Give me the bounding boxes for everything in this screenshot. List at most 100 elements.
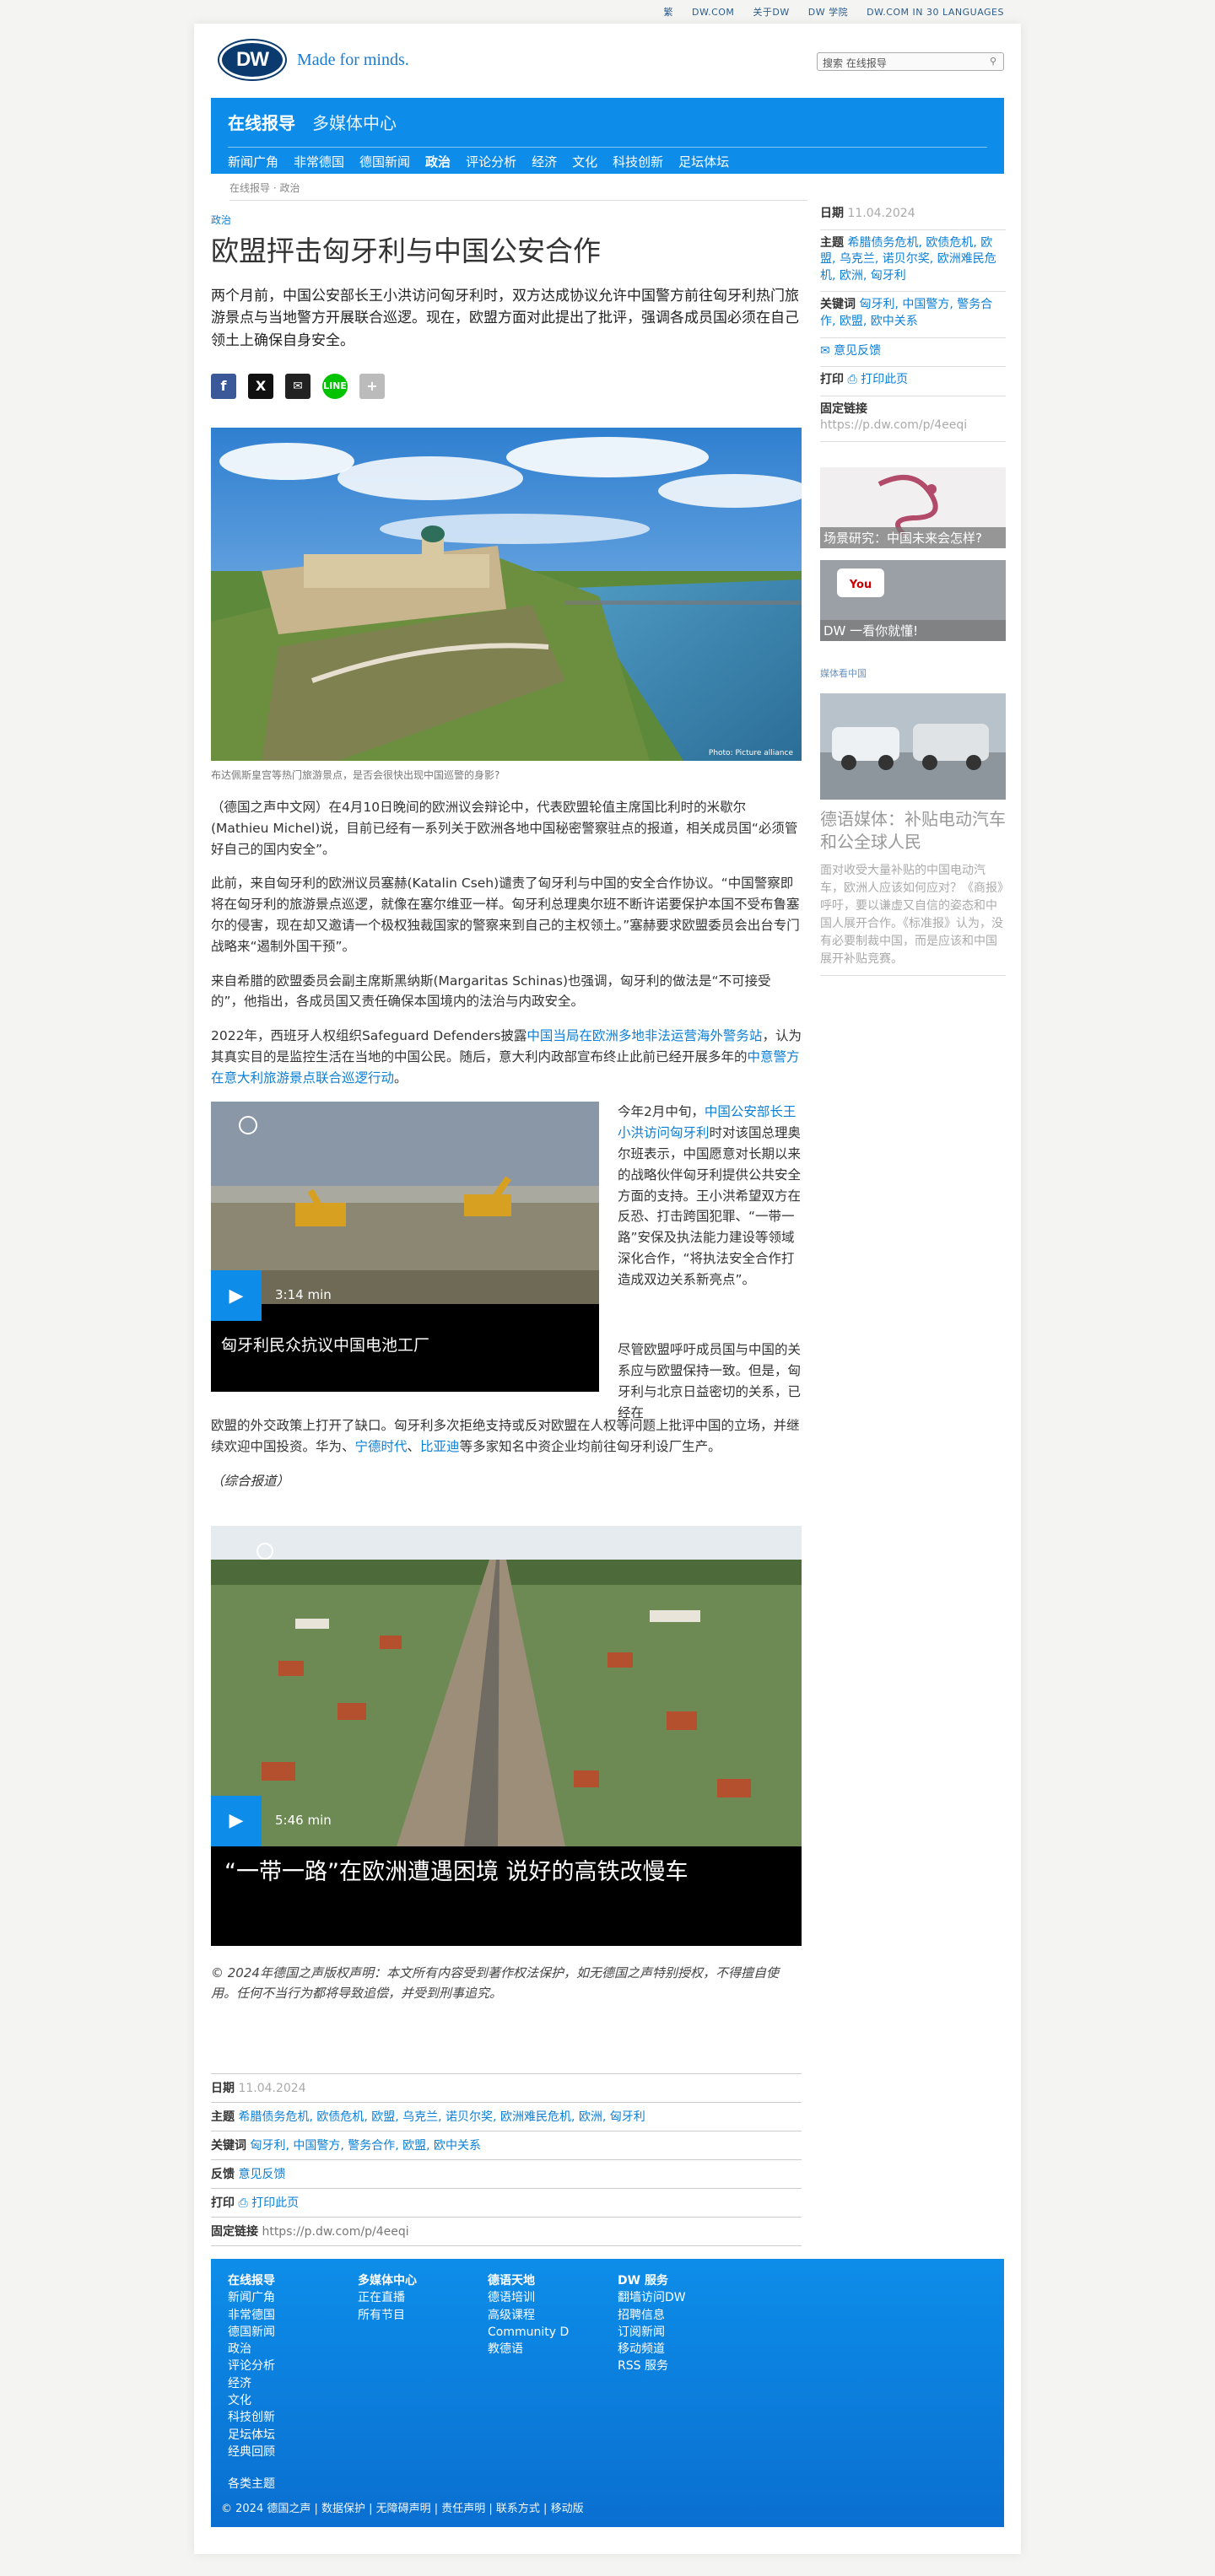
play-icon[interactable]: ▶ <box>211 1270 262 1322</box>
nav-item-science[interactable]: 科技创新 <box>613 153 663 170</box>
nav-online-reports[interactable]: 在线报导 <box>228 110 295 134</box>
video-duration: 3:14 min <box>275 1287 332 1303</box>
footer-col-services: DW 服务 翻墙访问DW 招聘信息 订阅新闻 移动频道 RSS 服务 <box>618 2274 686 2374</box>
footer-col-online: 在线报导 新闻广角 非常德国 德国新闻 政治 评论分析 经济 文化 科技创新 足坛体坛经… <box>228 2274 275 2459</box>
nav-item-culture[interactable]: 文化 <box>572 153 597 170</box>
hero-caption: 布达佩斯皇宫等热门旅游景点，是否会很快出现中国巡警的身影? <box>211 768 500 781</box>
nav-item-news[interactable]: 新闻广角 <box>228 153 278 170</box>
share-bar: f X ✉ LINE + <box>211 373 802 399</box>
article-kicker[interactable]: 政治 <box>211 213 802 227</box>
line-icon[interactable]: LINE <box>322 373 348 399</box>
facebook-icon[interactable]: f <box>211 373 236 399</box>
meta-print: 打印 ⎙ 打印此页 <box>211 2189 802 2218</box>
paragraph-6-start: 尽管欧盟呼吁成员国与中国的关系应与欧盟保持一致。但是，匈牙利与北京日益密切的关系… <box>618 1342 802 1420</box>
meta-topics: 主题 希腊债务危机, 欧债危机, 欧盟, 乌克兰, 诺贝尔奖, 欧洲难民危机, … <box>211 2103 802 2131</box>
sidebar: 日期 11.04.2024 主题 希腊债务危机, 欧债危机, 欧盟, 乌克兰, … <box>820 201 1006 976</box>
site-footer: 在线报导 新闻广角 非常德国 德国新闻 政治 评论分析 经济 文化 科技创新 足坛体坛经… <box>211 2259 1004 2527</box>
search-icon[interactable]: ⚲ <box>990 56 996 67</box>
x-twitter-icon[interactable]: X <box>248 373 273 399</box>
breadcrumb[interactable]: 在线报导 · 政治 <box>230 181 807 201</box>
source-note: （综合报道） <box>211 1474 290 1490</box>
sidebar-feedback: ✉ 意见反馈 <box>820 338 1006 368</box>
footer-legal-links[interactable]: © 2024 德国之声 | 数据保护 | 无障碍声明 | 责任声明 | 联系方式… <box>221 2499 584 2515</box>
email-icon[interactable]: ✉ <box>285 373 310 399</box>
dw-languages-link[interactable]: DW.COM IN 30 LANGUAGES <box>867 7 1004 18</box>
meta-feedback-link[interactable]: 意见反馈 <box>238 2168 285 2181</box>
hero-image: Photo: Picture alliance <box>211 427 802 761</box>
svg-text:You: You <box>849 579 872 591</box>
paragraph-4-text: 2022年，西班牙人权组织Safeguard Defenders披露 <box>211 1028 527 1044</box>
sub-navigation: 新闻广角 非常德国 德国新闻 政治 评论分析 经济 文化 科技创新 足坛体坛 <box>228 147 987 170</box>
lang-traditional-link[interactable]: 繁 <box>664 5 674 19</box>
video-title[interactable]: “一带一路”在欧洲遭遇困境 说好的高铁改慢车 <box>224 1858 748 1887</box>
link-byd[interactable]: 比亚迪 <box>420 1439 460 1454</box>
sidebar-permalink: 固定链接 https://p.dw.com/p/4eeqi <box>820 396 1006 442</box>
top-language-bar: 繁 DW.COM 关于DW DW 学院 DW.COM IN 30 LANGUAG… <box>0 0 1215 24</box>
feedback-link[interactable]: ✉ 意见反馈 <box>820 344 881 358</box>
article-main: 政治 欧盟抨击匈牙利与中国公安合作 两个月前，中国公安部长王小洪访问匈牙利时，双… <box>211 213 802 2017</box>
play-icon[interactable]: ▶ <box>211 1795 262 1846</box>
nav-item-politics[interactable]: 政治 <box>425 153 451 170</box>
paragraph-1: （德国之声中文网）在4月10日晚间的欧洲议会辩论中，代表欧盟轮值主席国比利时的米… <box>211 799 798 857</box>
meta-topic-links[interactable]: 希腊债务危机, 欧债危机, 欧盟, 乌克兰, 诺贝尔奖, 欧洲难民危机, 欧洲,… <box>238 2110 645 2124</box>
video-thumbnail-railway <box>211 1525 802 1846</box>
photo-credit: Photo: Picture alliance <box>709 749 794 757</box>
sidebar-article-teaser: 面对收受大量补贴的中国电动汽车，欧洲人应该如何应对？《商报》呼吁，要以谦虚又自信… <box>820 862 1006 976</box>
meta-date: 日期 11.04.2024 <box>211 2073 802 2103</box>
sidebar-topic-links[interactable]: 希腊债务危机, 欧债危机, 欧盟, 乌克兰, 诺贝尔奖, 欧洲难民危机, 欧洲,… <box>820 236 996 283</box>
meta-feedback: 反馈 意见反馈 <box>211 2160 802 2189</box>
article-meta: 日期 11.04.2024 主题 希腊债务危机, 欧债危机, 欧盟, 乌克兰, … <box>211 2073 802 2246</box>
nav-item-economy[interactable]: 经济 <box>532 153 557 170</box>
article-lead: 两个月前，中国公安部长王小洪访问匈牙利时，双方达成协议允许中国警方前往匈牙利热门… <box>211 287 799 349</box>
sidebar-card-china-future[interactable]: 场景研究：中国未来会怎样? <box>820 466 1006 548</box>
video-player-belt-road[interactable]: ▶ 5:46 min “一带一路”在欧洲遭遇困境 说好的高铁改慢车 <box>211 1525 802 1946</box>
footer-topics-link[interactable]: 各类主题 <box>228 2475 275 2492</box>
page-container: DW Made for minds. 搜索 在线报导 ⚲ 在线报导 多媒体中心 … <box>194 24 1021 2554</box>
nav-item-germany[interactable]: 非常德国 <box>294 153 344 170</box>
search-placeholder: 搜索 在线报导 <box>823 57 887 69</box>
copyright-notice: © 2024年德国之声版权声明：本文所有内容受到著作权法保护，如无德国之声特别授… <box>211 1964 779 2001</box>
sidebar-print: 打印 ⎙ 打印此页 <box>820 367 1006 396</box>
sidebar-keywords: 关键词 匈牙利, 中国警方, 警务合作, 欧盟, 欧中关系 <box>820 292 1006 338</box>
more-share-icon[interactable]: + <box>359 373 385 399</box>
link-catl[interactable]: 宁德时代 <box>355 1439 408 1454</box>
video-title[interactable]: 匈牙利民众抗议中国电池工厂 <box>221 1333 429 1355</box>
paragraph-2: 此前，来自匈牙利的欧洲议员塞赫(Katalin Cseh)谴责了匈牙利与中国的安… <box>211 876 800 954</box>
card-title: DW 一看你就懂! <box>820 619 1006 641</box>
sidebar-topics: 主题 希腊债务危机, 欧债危机, 欧盟, 乌克兰, 诺贝尔奖, 欧洲难民危机, … <box>820 230 1006 293</box>
hero-photo-buda-castle: Photo: Picture alliance <box>211 427 802 761</box>
section-label: 媒体看中国 <box>820 667 867 679</box>
video-float-block: ▶ 3:14 min 匈牙利民众抗议中国电池工厂 今年2月中旬，中国公安部长王小… <box>211 1102 802 1427</box>
meta-print-link[interactable]: ⎙ 打印此页 <box>238 2196 299 2210</box>
paragraph-4: 2022年，西班牙人权组织Safeguard Defenders披露中国当局在欧… <box>211 1028 802 1086</box>
nav-media-center[interactable]: 多媒体中心 <box>312 110 397 134</box>
video-player-battery-protest[interactable]: ▶ 3:14 min 匈牙利民众抗议中国电池工厂 <box>211 1102 599 1393</box>
print-link[interactable]: ⎙ 打印此页 <box>847 373 908 386</box>
nav-item-sports[interactable]: 足坛体坛 <box>678 153 729 170</box>
search-input[interactable]: 搜索 在线报导 ⚲ <box>817 52 1004 71</box>
video-thumbnail <box>211 1102 599 1305</box>
sidebar-card-ev-image[interactable] <box>820 693 1006 800</box>
footer-col-media: 多媒体中心 正在直播 所有节目 <box>358 2274 417 2322</box>
link-overseas-police-stations[interactable]: 中国当局在欧洲多地非法运营海外警务站 <box>526 1028 762 1043</box>
dwcom-link[interactable]: DW.COM <box>692 7 734 18</box>
sidebar-article-title[interactable]: 德语媒体：补贴电动汽车和公全球人民 <box>820 808 1006 854</box>
site-header: DW Made for minds. 搜索 在线报导 ⚲ <box>194 24 1021 98</box>
card-title: 场景研究：中国未来会怎样? <box>820 526 1006 548</box>
video-duration: 5:46 min <box>275 1812 332 1828</box>
main-navigation: 在线报导 多媒体中心 新闻广角 非常德国 德国新闻 政治 评论分析 经济 文化 … <box>211 98 1004 174</box>
nav-item-german-news[interactable]: 德国新闻 <box>359 153 410 170</box>
nav-item-commentary[interactable]: 评论分析 <box>466 153 516 170</box>
article-title: 欧盟抨击匈牙利与中国公安合作 <box>211 234 601 267</box>
dw-logo[interactable]: DW <box>219 40 285 79</box>
paragraph-3: 来自希腊的欧盟委员会副主席斯黑纳斯(Margaritas Schinas)也强调… <box>211 973 771 1010</box>
meta-keyword-links[interactable]: 匈牙利, 中国警方, 警务合作, 欧盟, 欧中关系 <box>250 2139 481 2153</box>
sidebar-card-dw-explainer[interactable]: You DW 一看你就懂! <box>820 559 1006 641</box>
paragraph-5: 今年2月中旬，中国公安部长王小洪访问匈牙利时对该国总理奥尔班表示，中国愿意对长期… <box>618 1104 802 1287</box>
sidebar-date: 日期 11.04.2024 <box>820 201 1006 230</box>
meta-permalink: 固定链接 https://p.dw.com/p/4eeqi <box>211 2218 802 2246</box>
dw-academy-link[interactable]: DW 学院 <box>808 5 848 19</box>
cars-photo <box>820 723 1006 800</box>
footer-col-german: 德语天地 德语培训 高级课程 Community D 教德语 <box>488 2274 570 2357</box>
about-dw-link[interactable]: 关于DW <box>753 5 789 19</box>
